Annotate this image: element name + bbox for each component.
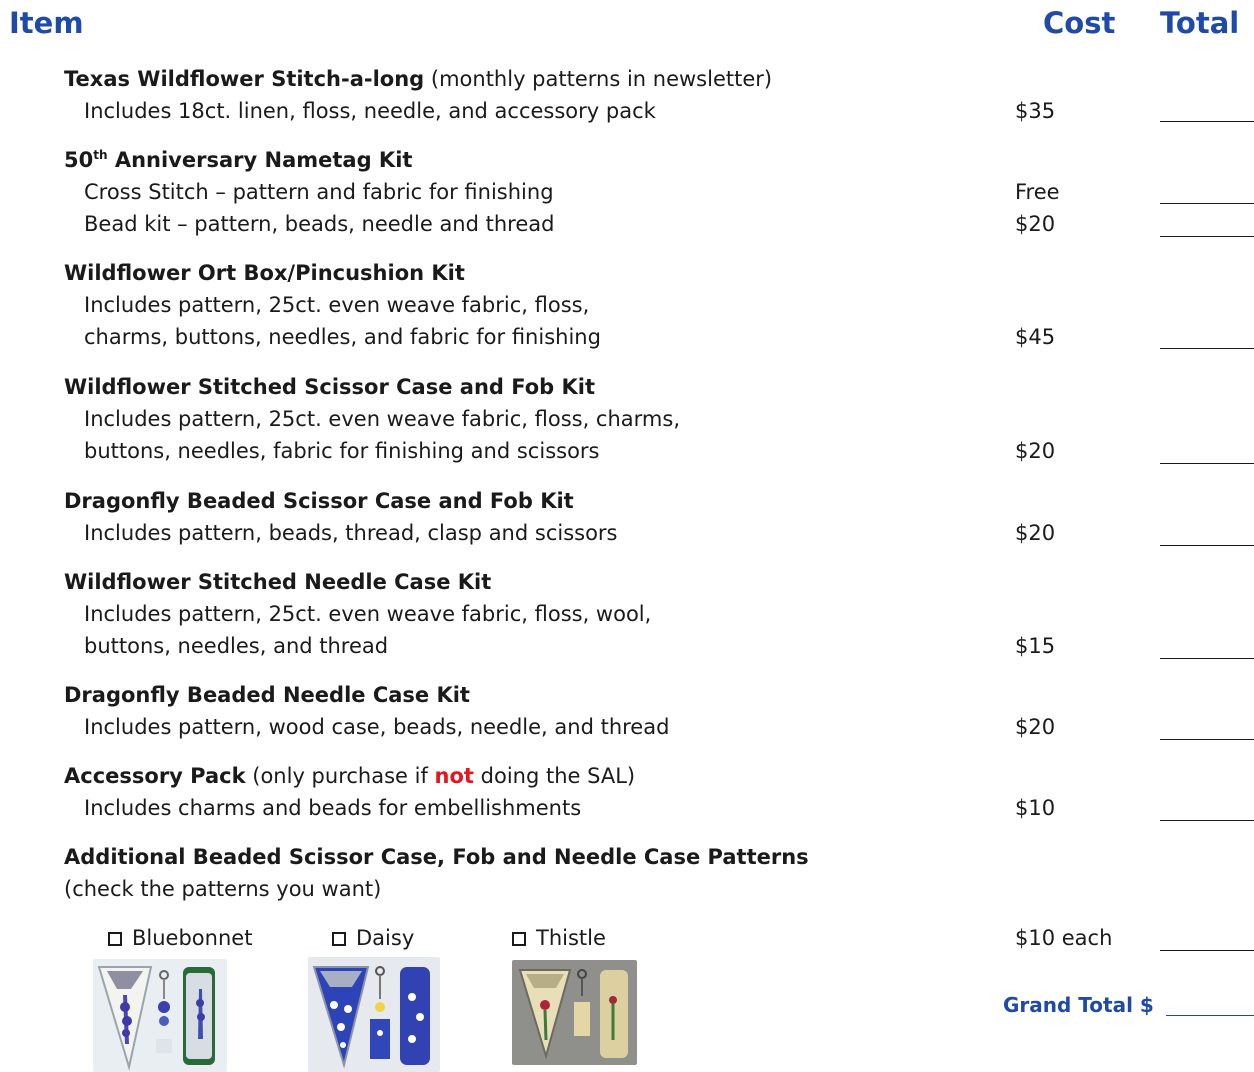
item-description: buttons, needles, and thread: [84, 634, 389, 658]
section-title: Accessory Pack (only purchase if not doi…: [64, 764, 636, 788]
section-title: 50th Anniversary Nametag Kit: [64, 148, 413, 172]
item-description: charms, buttons, needles, and fabric for…: [84, 325, 601, 349]
total-entry-line[interactable]: [1160, 121, 1254, 122]
total-entry-line[interactable]: [1160, 463, 1254, 464]
item-cost: $15: [1015, 634, 1056, 658]
section-title: Wildflower Ort Box/Pincushion Kit: [64, 261, 465, 285]
item-cost: $20: [1015, 521, 1056, 545]
checkbox-icon[interactable]: [108, 932, 122, 946]
section-title: Additional Beaded Scissor Case, Fob and …: [64, 845, 809, 869]
item-description: Cross Stitch – pattern and fabric for fi…: [84, 180, 554, 204]
item-description: (check the patterns you want): [64, 877, 382, 901]
section-title: Dragonfly Beaded Scissor Case and Fob Ki…: [64, 489, 574, 513]
item-cost: $20: [1015, 212, 1056, 236]
daisy-pattern-image: [308, 957, 440, 1072]
checkbox-icon[interactable]: [332, 932, 346, 946]
header-cost: Cost: [1043, 6, 1116, 40]
item-cost: $20: [1015, 439, 1056, 463]
total-entry-line[interactable]: [1160, 203, 1254, 204]
item-description: Includes pattern, 25ct. even weave fabri…: [84, 602, 652, 626]
bluebonnet-pattern-image: [93, 959, 227, 1072]
item-description: Includes pattern, 25ct. even weave fabri…: [84, 293, 590, 317]
item-cost: $10 each: [1015, 926, 1113, 950]
thistle-pattern-image: [512, 960, 637, 1065]
item-cost: $20: [1015, 715, 1056, 739]
item-cost: $35: [1015, 99, 1056, 123]
item-cost: $45: [1015, 325, 1056, 349]
item-cost: $10: [1015, 796, 1056, 820]
pattern-option-thistle[interactable]: Thistle: [512, 926, 606, 950]
item-description: buttons, needles, fabric for finishing a…: [84, 439, 600, 463]
total-entry-line[interactable]: [1160, 236, 1254, 237]
item-description: Includes pattern, beads, thread, clasp a…: [84, 521, 618, 545]
total-entry-line[interactable]: [1160, 950, 1254, 951]
pattern-option-daisy[interactable]: Daisy: [332, 926, 414, 950]
item-description: Bead kit – pattern, beads, needle and th…: [84, 212, 555, 236]
item-description: Includes pattern, wood case, beads, need…: [84, 715, 670, 739]
grand-total-entry-line[interactable]: [1166, 1015, 1254, 1016]
total-entry-line[interactable]: [1160, 658, 1254, 659]
item-description: Includes 18ct. linen, floss, needle, and…: [84, 99, 656, 123]
section-title: Wildflower Stitched Needle Case Kit: [64, 570, 492, 594]
header-item: Item: [9, 6, 84, 40]
total-entry-line[interactable]: [1160, 348, 1254, 349]
item-cost: Free: [1015, 180, 1060, 204]
section-title: Texas Wildflower Stitch-a-long (monthly …: [64, 67, 773, 91]
section-title: Dragonfly Beaded Needle Case Kit: [64, 683, 470, 707]
section-title: Wildflower Stitched Scissor Case and Fob…: [64, 375, 596, 399]
item-description: Includes charms and beads for embellishm…: [84, 796, 582, 820]
total-entry-line[interactable]: [1160, 545, 1254, 546]
total-entry-line[interactable]: [1160, 820, 1254, 821]
checkbox-icon[interactable]: [512, 932, 526, 946]
pattern-option-bluebonnet[interactable]: Bluebonnet: [108, 926, 252, 950]
item-description: Includes pattern, 25ct. even weave fabri…: [84, 407, 680, 431]
header-total: Total: [1160, 6, 1240, 40]
grand-total-label: Grand Total $: [1003, 993, 1154, 1017]
total-entry-line[interactable]: [1160, 739, 1254, 740]
